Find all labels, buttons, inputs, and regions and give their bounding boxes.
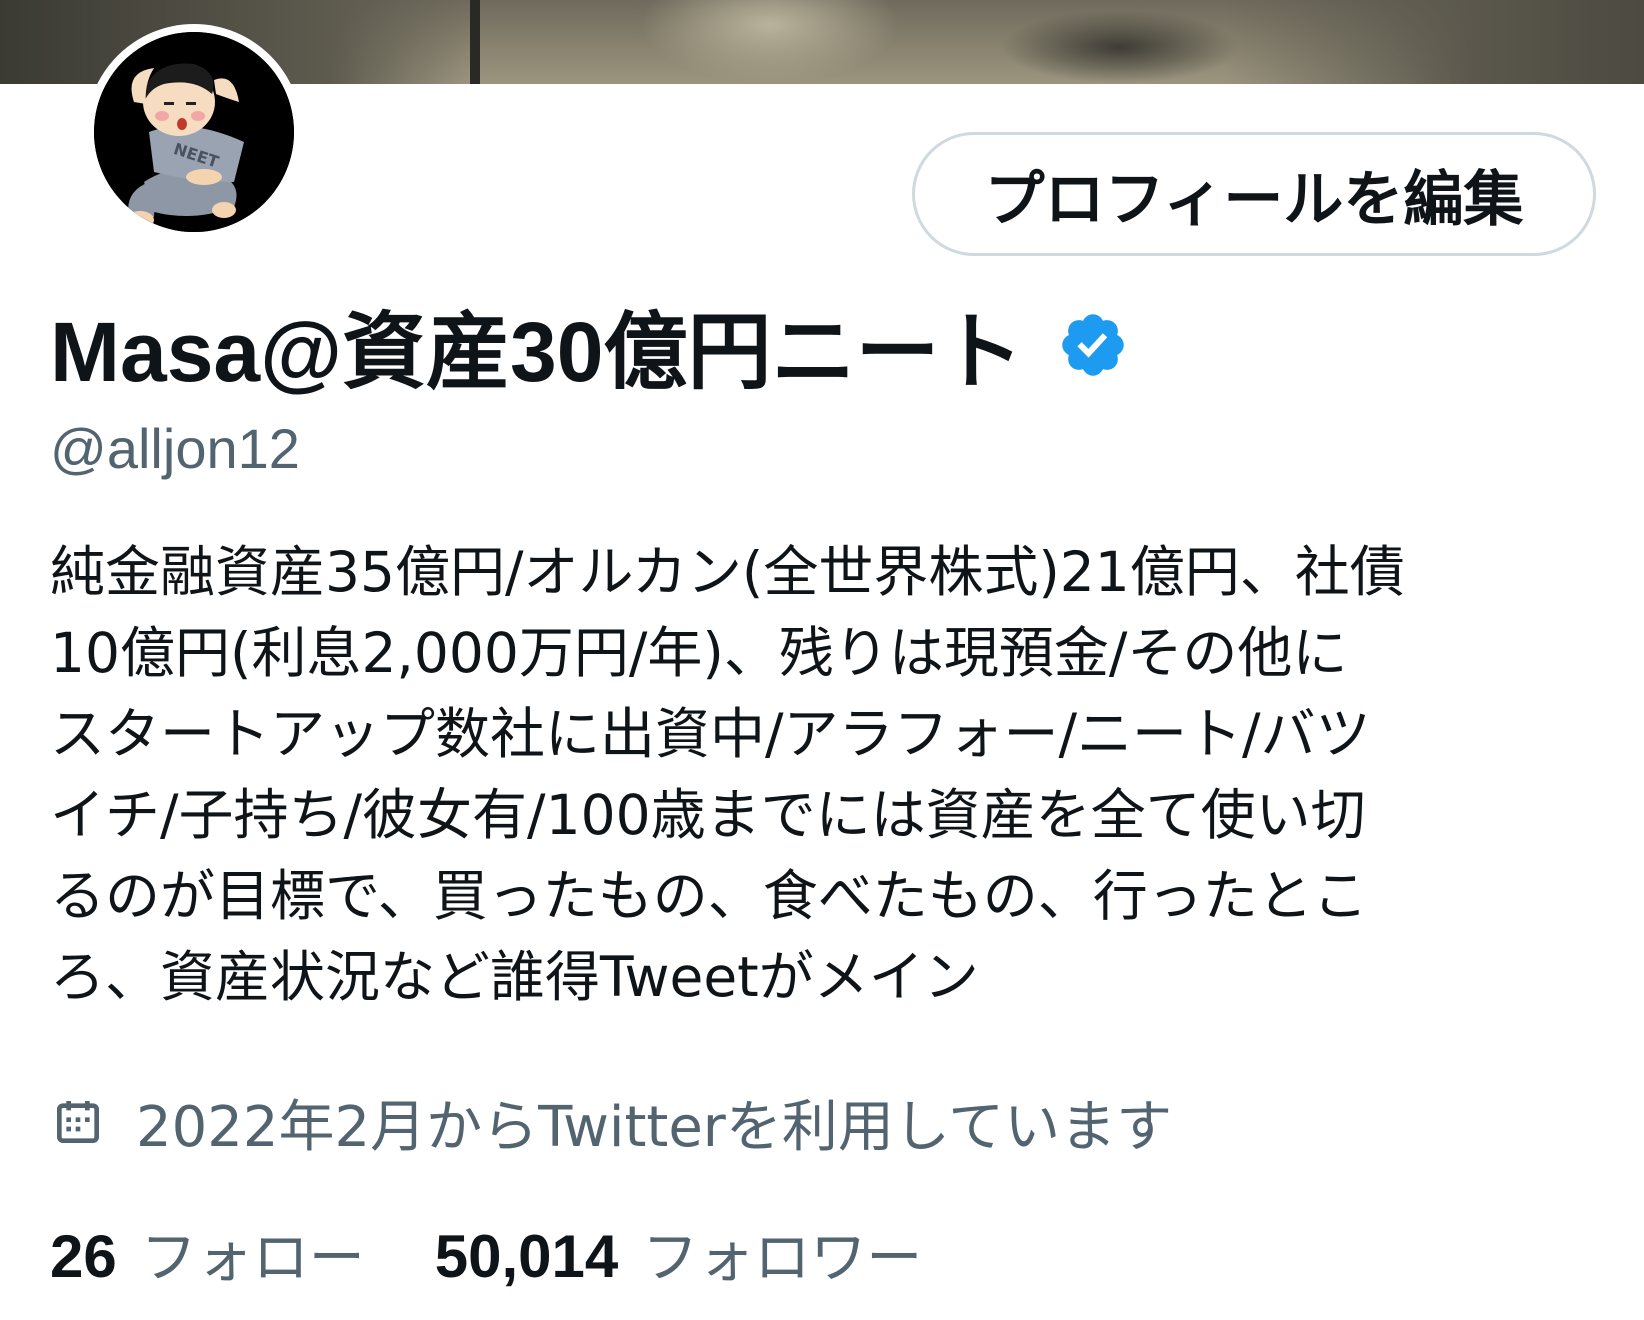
banner-highlight	[640, 0, 900, 84]
banner-shadow	[1000, 10, 1240, 84]
joined-date: 2022年2月からTwitterを利用しています	[50, 1082, 1172, 1162]
following-label: フォロー	[140, 1225, 365, 1291]
bio-line: 10億円(利息2,000万円/年)、残りは現預金/その他に	[50, 621, 1348, 685]
joined-text: 2022年2月からTwitterを利用しています	[136, 1094, 1173, 1160]
bio-line: るのが目標で、買ったもの、食べたもの、行ったとこ	[50, 864, 1368, 928]
banner-shade-right	[1224, 0, 1644, 84]
followers-link[interactable]: 50,014 フォロワー	[435, 1213, 923, 1294]
bio-line: ろ、資産状況など誰得Tweetがメイン	[50, 945, 979, 1009]
followers-label: フォロワー	[642, 1225, 923, 1291]
user-handle: @alljon12	[50, 417, 300, 480]
display-name-row: Masa@資産30億円ニート	[50, 290, 1129, 400]
banner-divider	[470, 0, 480, 84]
following-count: 26	[50, 1222, 117, 1290]
edit-profile-button[interactable]: プロフィールを編集	[912, 132, 1596, 256]
avatar[interactable]: NEET	[86, 24, 302, 240]
profile-page: NEET プロフィールを編集 Masa@資産30億円ニート @alljon12 …	[0, 0, 1644, 1320]
bio-line: スタートアップ数社に出資中/アラフォー/ニート/バツ	[50, 702, 1371, 766]
verified-badge-icon[interactable]	[1057, 309, 1129, 381]
avatar-image: NEET	[94, 32, 294, 232]
bio-line: イチ/子持ち/彼女有/100歳までには資産を全て使い切	[50, 783, 1366, 847]
follow-stats: 26 フォロー 50,014 フォロワー	[50, 1208, 922, 1298]
followers-count: 50,014	[434, 1222, 619, 1290]
following-link[interactable]: 26 フォロー	[50, 1213, 365, 1294]
avatar-illustration: NEET	[94, 32, 294, 232]
profile-bio: 純金融資産35億円/オルカン(全世界株式)21億円、社債 10億円(利息2,00…	[50, 532, 1610, 1018]
display-name: Masa@資産30億円ニート	[50, 304, 1024, 399]
calendar-icon	[50, 1094, 106, 1150]
bio-line: 純金融資産35億円/オルカン(全世界株式)21億円、社債	[50, 540, 1405, 604]
